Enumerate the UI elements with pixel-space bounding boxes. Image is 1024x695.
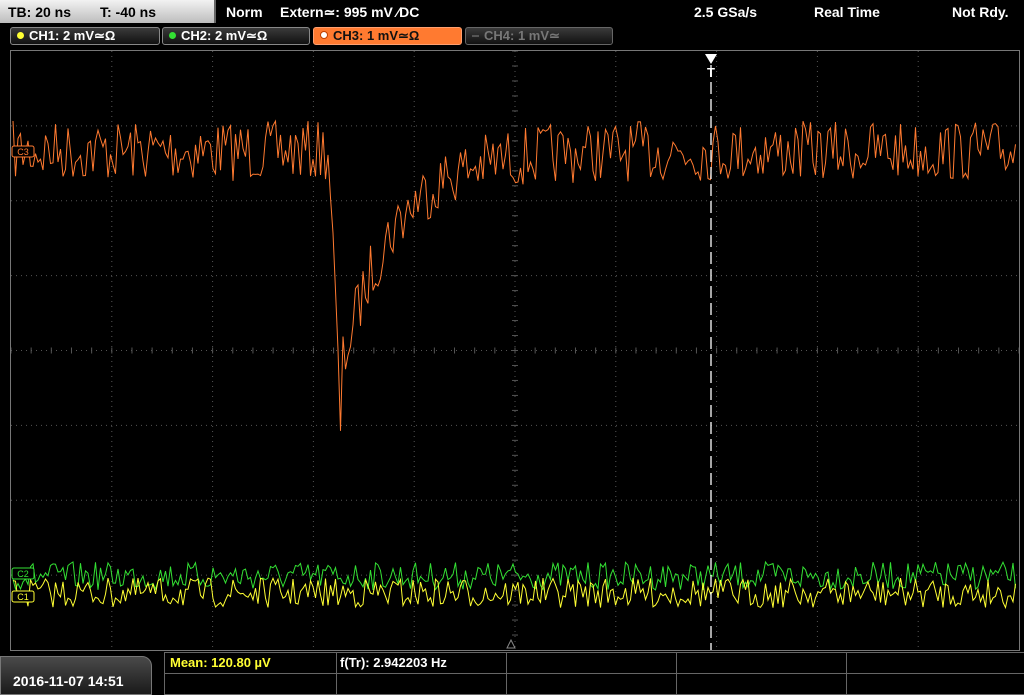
ch3-indicator-icon	[320, 31, 328, 39]
channel-tab-ch4[interactable]: CH4: 1 mV≃	[465, 27, 613, 45]
channel-tab-ch1[interactable]: CH1: 2 mV≃Ω	[10, 27, 160, 45]
measurement-mean: Mean: 120.80 µV	[170, 655, 271, 670]
channel-tab-ch2[interactable]: CH2: 2 mV≃Ω	[162, 27, 310, 45]
trigger-time-label: T: -40 ns	[100, 4, 157, 20]
trigger-mode[interactable]: Norm	[226, 4, 263, 20]
ch2-offset-label: C2	[17, 569, 29, 579]
ch1-offset-label: C1	[17, 592, 29, 602]
ch4-indicator-icon	[472, 35, 479, 37]
measurement-panel[interactable]: Mean: 120.80 µV f(Tr): 2.942203 Hz	[164, 652, 1024, 695]
ch1-indicator-icon	[17, 32, 24, 39]
channel-bar: CH1: 2 mV≃Ω CH2: 2 mV≃Ω CH3: 1 mV≃Ω CH4:…	[0, 24, 1024, 48]
ch2-label: CH2: 2 mV≃Ω	[181, 28, 268, 43]
trigger-source[interactable]: Extern≃: 995 mV ∕DC	[280, 4, 419, 21]
trigger-marker-icon[interactable]: T	[705, 54, 717, 80]
sample-rate[interactable]: 2.5 GSa/s	[694, 4, 757, 20]
timebase-label: TB: 20 ns	[8, 4, 72, 20]
measurement-frequency: f(Tr): 2.942203 Hz	[340, 655, 447, 670]
datetime-panel[interactable]: 2016-11-07 14:51	[0, 656, 152, 695]
ch3-offset-label: C3	[17, 147, 29, 157]
ch3-offset-marker[interactable]: C3	[11, 145, 35, 158]
trigger-marker-label: T	[707, 65, 715, 80]
channel-tab-ch3[interactable]: CH3: 1 mV≃Ω	[313, 27, 462, 45]
graticule	[10, 50, 1020, 650]
waveform-svg: T C3 C2 C1	[10, 50, 1020, 650]
ch2-indicator-icon	[169, 32, 176, 39]
ch3-label: CH3: 1 mV≃Ω	[333, 28, 420, 43]
acquisition-mode[interactable]: Real Time	[814, 4, 880, 20]
ch1-label: CH1: 2 mV≃Ω	[29, 28, 116, 43]
trigger-status: Not Rdy.	[952, 4, 1009, 20]
ch1-offset-marker[interactable]: C1	[11, 590, 35, 603]
top-status-bar: TB: 20 ns T: -40 ns Norm Extern≃: 995 mV…	[0, 0, 1024, 24]
waveform-display[interactable]: T C3 C2 C1	[10, 50, 1020, 651]
timebase-box[interactable]: TB: 20 ns T: -40 ns	[0, 0, 216, 23]
traces	[12, 119, 1016, 610]
ch4-label: CH4: 1 mV≃	[484, 28, 560, 43]
horizontal-center-icon	[506, 638, 516, 649]
datetime-label: 2016-11-07 14:51	[13, 673, 124, 689]
ch2-offset-marker[interactable]: C2	[11, 567, 35, 580]
